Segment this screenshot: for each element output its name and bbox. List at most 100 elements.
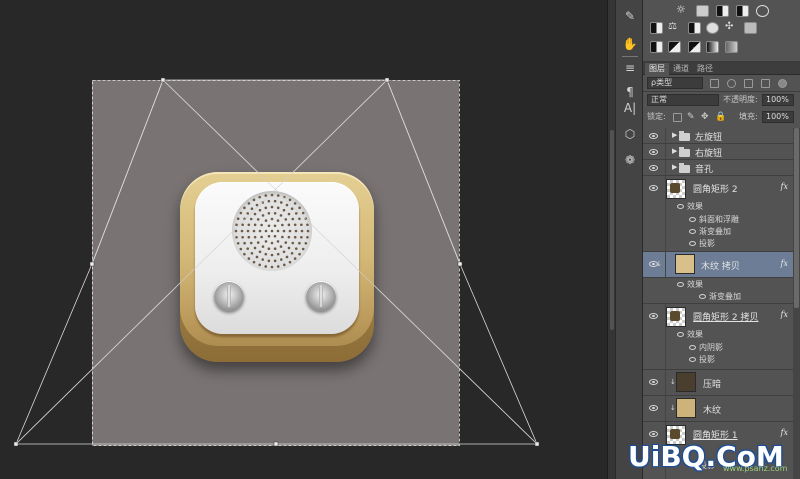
- folder-icon: [679, 147, 690, 157]
- effect-item: 斜面和浮雕: [699, 215, 739, 224]
- effects-label: 效果: [687, 202, 703, 211]
- layers-scrollbar[interactable]: [793, 128, 800, 479]
- layer-effects-block: 效果 渐变叠加: [643, 278, 800, 304]
- effect-item: 投影: [699, 239, 715, 248]
- invert-icon[interactable]: [650, 41, 663, 53]
- brightness-icon[interactable]: ☼: [676, 4, 689, 16]
- visibility-eye-icon[interactable]: [689, 241, 696, 246]
- fx-icon[interactable]: fx: [781, 310, 788, 319]
- layer-thumbnail: [666, 307, 686, 327]
- hue-sat-icon[interactable]: [650, 22, 663, 34]
- layer-row[interactable]: ↓ 木纹: [643, 396, 800, 422]
- sample-tool-icon[interactable]: ✎: [622, 8, 638, 24]
- canvas-area[interactable]: [0, 0, 607, 479]
- lock-position-icon[interactable]: ✥: [701, 113, 710, 122]
- strip-grip[interactable]: [610, 130, 614, 330]
- filter-type-select[interactable]: ρ类型: [647, 77, 703, 89]
- layer-row-selected[interactable]: ↓ 木纹 拷贝 fx: [643, 252, 800, 278]
- lock-pixels-icon[interactable]: ✎: [687, 113, 696, 122]
- divider: [643, 91, 800, 92]
- layer-row[interactable]: ▶ 左旋钮: [643, 128, 800, 144]
- brush-icon[interactable]: ✋: [622, 36, 638, 52]
- layers-list[interactable]: ▶ 左旋钮 ▶ 右旋钮 ▶ 音孔 圆角矩形 2 fx 效果 斜面和浮雕 渐变叠加…: [643, 128, 800, 479]
- layer-name: 圆角矩形 2: [693, 185, 738, 195]
- layer-row[interactable]: ▶ 音孔: [643, 160, 800, 176]
- effect-item: 内阴影: [699, 343, 723, 352]
- visibility-eye-icon[interactable]: [677, 332, 684, 337]
- layer-thumbnail: [666, 179, 686, 199]
- layer-row[interactable]: 圆角矩形 2 拷贝 fx 效果 内阴影 投影: [643, 304, 800, 370]
- layer-name: 左旋钮: [695, 133, 723, 143]
- layer-name: 木纹 拷贝: [701, 262, 740, 272]
- visibility-eye-icon[interactable]: [689, 345, 696, 350]
- visibility-eye-icon[interactable]: [649, 165, 658, 171]
- balance-icon[interactable]: ⚖: [668, 22, 681, 34]
- 3d-cube-icon[interactable]: ⬡: [622, 126, 638, 142]
- tab-paths[interactable]: 路径: [693, 63, 717, 75]
- opacity-input[interactable]: 100%: [762, 94, 794, 106]
- visibility-eye-icon[interactable]: [649, 379, 658, 385]
- tab-layers[interactable]: 图层: [645, 63, 669, 75]
- visibility-eye-icon[interactable]: [649, 313, 658, 319]
- visibility-eye-icon[interactable]: [649, 185, 658, 191]
- fill-input[interactable]: 100%: [762, 111, 794, 123]
- lock-transparent-icon[interactable]: [673, 113, 682, 122]
- visibility-eye-icon[interactable]: [699, 294, 706, 299]
- effects-label: 效果: [687, 280, 703, 289]
- layer-thumbnail: [676, 398, 696, 418]
- effect-item: 渐变叠加: [699, 227, 731, 236]
- filter-shape-icon[interactable]: [761, 79, 770, 88]
- layer-row[interactable]: ▶ 右旋钮: [643, 144, 800, 160]
- folder-icon: [679, 131, 690, 141]
- blend-mode-select[interactable]: 正常: [647, 94, 719, 106]
- layer-row[interactable]: 圆角矩形 2 fx 效果 斜面和浮雕 渐变叠加 投影: [643, 176, 800, 252]
- visibility-eye-icon[interactable]: [689, 229, 696, 234]
- levels-icon[interactable]: [696, 5, 709, 17]
- gradient-map-icon[interactable]: [706, 41, 719, 53]
- character-icon[interactable]: A|: [622, 100, 638, 116]
- curves-icon[interactable]: [716, 5, 729, 17]
- color-lookup-icon[interactable]: [744, 22, 757, 34]
- threshold-icon[interactable]: [688, 41, 701, 53]
- scrollbar-thumb[interactable]: [794, 128, 799, 308]
- visibility-eye-icon[interactable]: [677, 204, 684, 209]
- expand-arrow-icon[interactable]: ▶: [672, 147, 677, 155]
- visibility-eye-icon[interactable]: [677, 282, 684, 287]
- folder-icon: [679, 163, 690, 173]
- visibility-eye-icon[interactable]: [689, 217, 696, 222]
- sliders-icon[interactable]: ≡: [622, 60, 638, 76]
- vibrance-icon[interactable]: [756, 5, 769, 17]
- visibility-eye-icon[interactable]: [649, 405, 658, 411]
- fx-icon[interactable]: fx: [781, 182, 788, 191]
- panel-collapse-strip[interactable]: [607, 0, 615, 479]
- visibility-eye-icon[interactable]: [649, 149, 658, 155]
- expand-arrow-icon[interactable]: ▶: [672, 163, 677, 171]
- layer-thumbnail: [675, 254, 695, 274]
- tab-channels[interactable]: 通道: [669, 63, 693, 75]
- fx-icon[interactable]: fx: [781, 259, 788, 268]
- channel-mixer-icon[interactable]: ✣: [725, 22, 738, 34]
- filter-text-icon[interactable]: [744, 79, 753, 88]
- filter-toggle-icon[interactable]: [778, 79, 787, 88]
- black-white-icon[interactable]: [688, 22, 701, 34]
- selective-color-icon[interactable]: [725, 41, 738, 53]
- filter-adjust-icon[interactable]: [727, 79, 736, 88]
- visibility-eye-icon[interactable]: [689, 357, 696, 362]
- fx-icon[interactable]: fx: [781, 428, 788, 437]
- layer-row[interactable]: ↓ 压暗: [643, 370, 800, 396]
- filter-pixel-icon[interactable]: [710, 79, 719, 88]
- swirl-icon[interactable]: ❁: [622, 152, 638, 168]
- opacity-label: 不透明度:: [723, 95, 758, 104]
- visibility-eye-icon[interactable]: [649, 431, 658, 437]
- photo-filter-icon[interactable]: [706, 22, 719, 34]
- lock-label: 锁定:: [647, 112, 666, 121]
- pilcrow-icon[interactable]: ¶: [622, 84, 638, 100]
- exposure-icon[interactable]: [736, 5, 749, 17]
- posterize-icon[interactable]: [668, 41, 681, 53]
- adjustments-panel: ☼ ⚖ ✣: [643, 0, 800, 62]
- lock-all-icon[interactable]: 🔒: [715, 113, 726, 122]
- watermark: UiBQ.CoM www.psahz.com: [628, 440, 800, 479]
- visibility-eye-icon[interactable]: [649, 133, 658, 139]
- fill-label: 填充:: [739, 112, 758, 121]
- expand-arrow-icon[interactable]: ▶: [672, 131, 677, 139]
